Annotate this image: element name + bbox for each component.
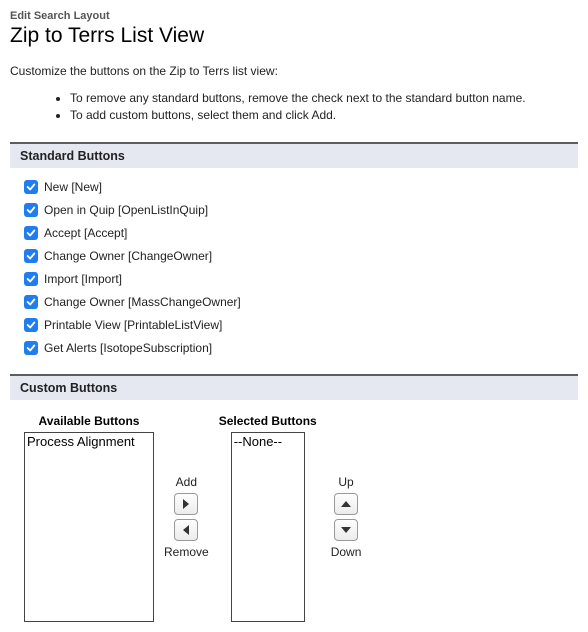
standard-button-row: New [New] bbox=[24, 180, 564, 194]
checkbox[interactable] bbox=[24, 226, 38, 240]
checkbox[interactable] bbox=[24, 249, 38, 263]
checkbox[interactable] bbox=[24, 180, 38, 194]
add-label: Add bbox=[176, 475, 197, 489]
down-label: Down bbox=[331, 545, 362, 559]
arrow-down-icon bbox=[341, 526, 351, 534]
standard-buttons-list: New [New] Open in Quip [OpenListInQuip] Ac… bbox=[10, 168, 578, 374]
standard-button-row: Accept [Accept] bbox=[24, 226, 564, 240]
instruction-item: To add custom buttons, select them and c… bbox=[70, 107, 578, 124]
checkbox-label: Get Alerts [IsotopeSubscription] bbox=[44, 341, 212, 355]
standard-button-row: Open in Quip [OpenListInQuip] bbox=[24, 203, 564, 217]
check-icon bbox=[26, 228, 36, 238]
checkbox[interactable] bbox=[24, 295, 38, 309]
check-icon bbox=[26, 251, 36, 261]
instructions-list: To remove any standard buttons, remove t… bbox=[10, 90, 578, 124]
available-option[interactable]: Process Alignment bbox=[25, 433, 153, 450]
remove-label: Remove bbox=[164, 545, 209, 559]
remove-button[interactable] bbox=[174, 519, 198, 541]
selected-buttons-select[interactable]: --None-- bbox=[231, 432, 305, 622]
checkbox-label: New [New] bbox=[44, 180, 102, 194]
intro-text: Customize the buttons on the Zip to Terr… bbox=[10, 64, 578, 78]
standard-button-row: Get Alerts [IsotopeSubscription] bbox=[24, 341, 564, 355]
check-icon bbox=[26, 297, 36, 307]
standard-button-row: Change Owner [MassChangeOwner] bbox=[24, 295, 564, 309]
arrow-right-icon bbox=[182, 499, 190, 509]
custom-buttons-body: Available Buttons Process Alignment Add … bbox=[10, 400, 578, 622]
available-buttons-title: Available Buttons bbox=[39, 414, 140, 428]
standard-button-row: Import [Import] bbox=[24, 272, 564, 286]
checkbox-label: Import [Import] bbox=[44, 272, 122, 286]
selected-option[interactable]: --None-- bbox=[232, 433, 304, 450]
move-down-button[interactable] bbox=[334, 519, 358, 541]
add-remove-controls: Add Remove bbox=[154, 414, 219, 620]
check-icon bbox=[26, 343, 36, 353]
checkbox[interactable] bbox=[24, 318, 38, 332]
checkbox-label: Open in Quip [OpenListInQuip] bbox=[44, 203, 208, 217]
check-icon bbox=[26, 182, 36, 192]
standard-button-row: Change Owner [ChangeOwner] bbox=[24, 249, 564, 263]
arrow-left-icon bbox=[182, 525, 190, 535]
checkbox[interactable] bbox=[24, 272, 38, 286]
check-icon bbox=[26, 274, 36, 284]
page-title: Zip to Terrs List View bbox=[10, 24, 578, 48]
selected-buttons-title: Selected Buttons bbox=[219, 414, 317, 428]
up-label: Up bbox=[338, 475, 353, 489]
reorder-controls: Up Down bbox=[317, 414, 376, 620]
available-buttons-select[interactable]: Process Alignment bbox=[24, 432, 154, 622]
checkbox[interactable] bbox=[24, 203, 38, 217]
checkbox-label: Printable View [PrintableListView] bbox=[44, 318, 222, 332]
checkbox[interactable] bbox=[24, 341, 38, 355]
move-up-button[interactable] bbox=[334, 493, 358, 515]
standard-button-row: Printable View [PrintableListView] bbox=[24, 318, 564, 332]
instruction-item: To remove any standard buttons, remove t… bbox=[70, 90, 578, 107]
available-buttons-column: Available Buttons Process Alignment bbox=[24, 414, 154, 622]
selected-buttons-column: Selected Buttons --None-- bbox=[219, 414, 317, 622]
add-button[interactable] bbox=[174, 493, 198, 515]
check-icon bbox=[26, 205, 36, 215]
section-standard-buttons: Standard Buttons bbox=[10, 142, 578, 168]
breadcrumb: Edit Search Layout bbox=[10, 10, 578, 22]
checkbox-label: Accept [Accept] bbox=[44, 226, 127, 240]
checkbox-label: Change Owner [ChangeOwner] bbox=[44, 249, 212, 263]
checkbox-label: Change Owner [MassChangeOwner] bbox=[44, 295, 241, 309]
section-custom-buttons: Custom Buttons bbox=[10, 374, 578, 400]
arrow-up-icon bbox=[341, 500, 351, 508]
check-icon bbox=[26, 320, 36, 330]
